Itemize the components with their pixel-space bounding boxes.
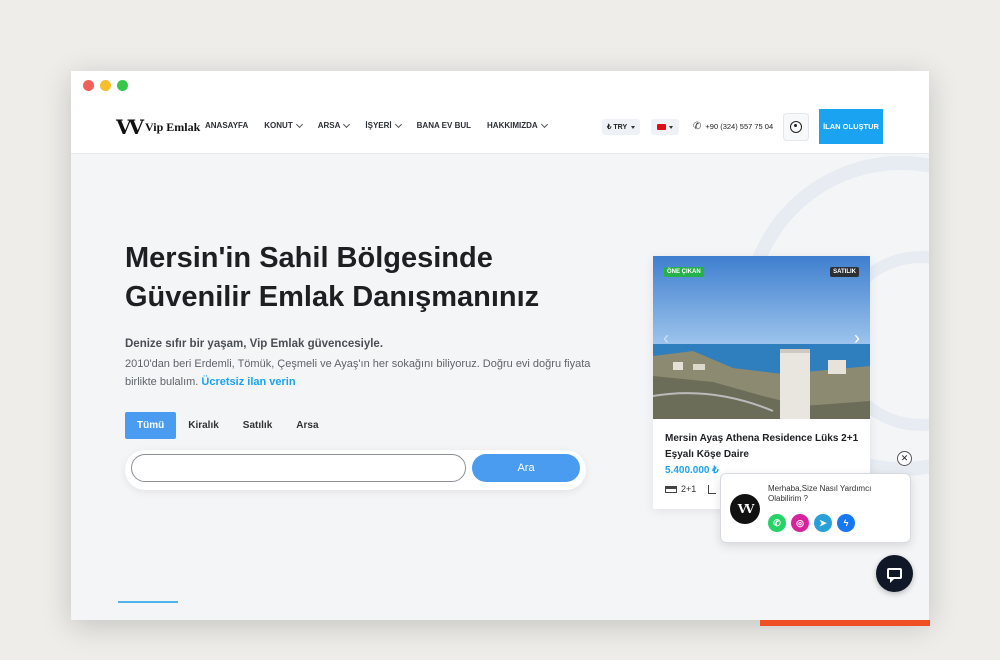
phone-icon: ✆ <box>693 121 702 132</box>
caret-down-icon <box>631 125 636 129</box>
nav-item-label: KONUT <box>264 121 293 130</box>
chevron-right-icon[interactable]: › <box>854 328 860 349</box>
listing-rooms: 2+1 <box>681 484 697 494</box>
bath-icon <box>708 484 717 494</box>
agent-avatar: VV <box>730 494 760 524</box>
hero-description-text: 2010'dan beri Erdemli, Tömük, Çeşmeli ve… <box>125 358 591 388</box>
nav-item[interactable]: BANA EV BUL <box>417 121 471 130</box>
chevron-down-icon <box>343 120 351 128</box>
search-bar: Ara <box>125 450 586 490</box>
search-tabs: Tümü Kiralık Satılık Arsa <box>125 412 331 439</box>
search-tab[interactable]: Satılık <box>231 412 284 439</box>
chat-toggle-button[interactable] <box>876 555 913 592</box>
listing-photo-scene <box>653 256 870 419</box>
phone-link[interactable]: ✆ +90 (324) 557 75 04 <box>693 121 773 132</box>
nav-item-label: HAKKIMIZDA <box>487 121 538 130</box>
nav-item-label: BANA EV BUL <box>416 121 472 130</box>
close-chat-popup-button[interactable]: ✕ <box>897 451 912 466</box>
listing-price: 5.400.000 ₺ <box>665 465 719 476</box>
listing-title[interactable]: Mersin Ayaş Athena Residence Lüks 2+1 Eş… <box>665 431 860 463</box>
maximize-window-button[interactable] <box>117 80 128 91</box>
logo-mark-icon: VV <box>116 115 144 139</box>
nav-item-label: ANASAYFA <box>205 121 249 130</box>
caret-down-icon <box>669 125 673 129</box>
main-navigation: ANASAYFA KONUT ARSA İŞYERİ BANA EV BUL HAKKIM… <box>205 120 548 130</box>
search-tab[interactable]: Tümü <box>125 412 177 439</box>
search-tab[interactable]: Kiralık <box>176 412 231 439</box>
create-listing-button[interactable]: İLAN OLUŞTUR <box>819 109 883 144</box>
listing-card[interactable]: ÖNE ÇIKAN SATILIK ‹ › Mersin Ayaş Athena… <box>653 256 870 509</box>
language-selector[interactable] <box>651 119 679 135</box>
free-listing-link[interactable]: Ücretsiz ilan verin <box>201 376 295 388</box>
listing-features: 2+1 2 <box>665 484 725 494</box>
search-button[interactable]: Ara <box>472 454 580 482</box>
search-input[interactable] <box>131 454 466 482</box>
window-titlebar <box>71 71 929 101</box>
messenger-icon[interactable]: ϟ <box>837 514 855 532</box>
site-logo[interactable]: VV Vip Emlak <box>116 115 200 139</box>
nav-item-label: İŞYERİ <box>365 121 392 130</box>
nav-item-label: ARSA <box>317 121 341 130</box>
chevron-down-icon <box>540 120 548 128</box>
section-divider <box>118 601 178 603</box>
status-badge: SATILIK <box>830 267 859 277</box>
search-tab[interactable]: Arsa <box>284 412 330 439</box>
site-header: VV Vip Emlak ANASAYFA KONUT ARSA İŞYERİ BANA… <box>71 101 929 154</box>
hero-description: 2010'dan beri Erdemli, Tömük, Çeşmeli ve… <box>125 355 595 391</box>
featured-badge: ÖNE ÇIKAN <box>664 267 704 277</box>
bottom-accent-bar <box>760 620 930 626</box>
telegram-icon[interactable]: ➤ <box>814 514 832 532</box>
chat-bubble-icon <box>887 568 902 583</box>
turkey-flag-icon <box>657 124 666 130</box>
account-button[interactable] <box>783 113 809 141</box>
chat-greeting: Merhaba,Size Nasıl Yardımcı Olabilirim ? <box>768 484 872 503</box>
chevron-down-icon <box>394 120 402 128</box>
nav-item[interactable]: ARSA <box>317 120 351 130</box>
hero-title: Mersin'in Sahil Bölgesinde Güvenilir Eml… <box>125 242 540 313</box>
phone-number: +90 (324) 557 75 04 <box>705 122 774 131</box>
logo-text: Vip Emlak <box>145 119 201 134</box>
chevron-down-icon <box>295 120 303 128</box>
listing-photo: ÖNE ÇIKAN SATILIK ‹ › <box>653 256 870 419</box>
chevron-left-icon[interactable]: ‹ <box>663 328 669 349</box>
chat-popup: VV Merhaba,Size Nasıl Yardımcı Olabiliri… <box>720 473 911 543</box>
currency-selector[interactable]: ₺ TRY <box>602 119 641 135</box>
nav-item[interactable]: ANASAYFA <box>205 121 248 130</box>
whatsapp-icon[interactable]: ✆ <box>768 514 786 532</box>
nav-item[interactable]: KONUT <box>264 120 303 130</box>
chat-channels: ✆ ◎ ➤ ϟ <box>768 514 855 532</box>
bed-icon <box>665 485 677 493</box>
nav-item[interactable]: İŞYERİ <box>365 120 402 130</box>
user-icon <box>790 121 802 133</box>
currency-label: ₺ TRY <box>607 124 628 131</box>
nav-item[interactable]: HAKKIMIZDA <box>487 120 548 130</box>
instagram-icon[interactable]: ◎ <box>791 514 809 532</box>
close-window-button[interactable] <box>83 80 94 91</box>
minimize-window-button[interactable] <box>100 80 111 91</box>
hero-lead: Denize sıfır bir yaşam, Vip Emlak güvenc… <box>125 338 384 350</box>
